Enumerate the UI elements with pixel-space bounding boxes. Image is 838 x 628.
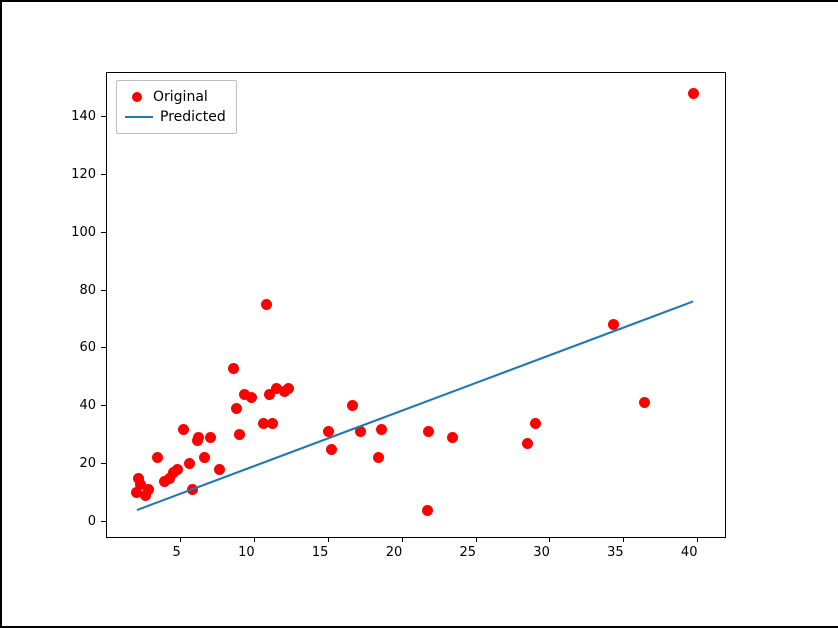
data-point xyxy=(205,432,216,443)
legend-label: Original xyxy=(153,89,208,105)
data-point xyxy=(267,418,278,429)
legend-label: Predicted xyxy=(160,109,226,125)
data-point xyxy=(231,403,242,414)
data-point xyxy=(376,424,387,435)
line-icon xyxy=(125,116,153,118)
data-point xyxy=(283,383,294,394)
data-point xyxy=(246,392,257,403)
x-tick-label: 15 xyxy=(312,545,329,560)
data-point xyxy=(530,418,541,429)
dot-icon xyxy=(132,92,142,102)
y-tick-label: 60 xyxy=(79,340,96,355)
x-tick-label: 35 xyxy=(607,545,624,560)
legend-entry-original: Original xyxy=(125,87,226,107)
plot-area: Original Predicted 510152025303540020406… xyxy=(106,72,726,538)
data-point xyxy=(522,438,533,449)
figure-frame: Original Predicted 5 10 15 20 25 30 35 40 0 20 40 6… xyxy=(0,0,838,628)
data-point xyxy=(422,505,433,516)
data-point xyxy=(199,452,210,463)
x-tick-label: 30 xyxy=(533,545,550,560)
y-tick-label: 0 xyxy=(88,514,96,529)
legend: Original Predicted xyxy=(116,80,237,134)
data-point xyxy=(143,484,154,495)
y-tick-label: 20 xyxy=(79,456,96,471)
y-tick-label: 120 xyxy=(71,167,96,182)
y-tick-label: 80 xyxy=(79,283,96,298)
x-tick-label: 20 xyxy=(386,545,403,560)
data-point xyxy=(447,432,458,443)
x-tick-label: 5 xyxy=(173,545,181,560)
y-tick-label: 100 xyxy=(71,225,96,240)
data-point xyxy=(214,464,225,475)
legend-entry-predicted: Predicted xyxy=(125,107,226,127)
data-point xyxy=(423,426,434,437)
x-tick-label: 10 xyxy=(238,545,255,560)
data-point xyxy=(152,452,163,463)
x-tick-label: 40 xyxy=(681,545,698,560)
data-point xyxy=(228,363,239,374)
data-point xyxy=(639,397,650,408)
regression-line xyxy=(136,300,693,511)
data-point xyxy=(234,429,245,440)
data-point xyxy=(326,444,337,455)
data-point xyxy=(347,400,358,411)
x-tick-label: 25 xyxy=(460,545,477,560)
data-point xyxy=(373,452,384,463)
y-tick-label: 40 xyxy=(79,398,96,413)
data-point xyxy=(172,464,183,475)
data-point xyxy=(688,88,699,99)
y-tick-label: 140 xyxy=(71,109,96,124)
data-point xyxy=(178,424,189,435)
plot-axes: Original Predicted 510152025303540020406… xyxy=(106,72,726,538)
data-point xyxy=(261,299,272,310)
data-point xyxy=(184,458,195,469)
